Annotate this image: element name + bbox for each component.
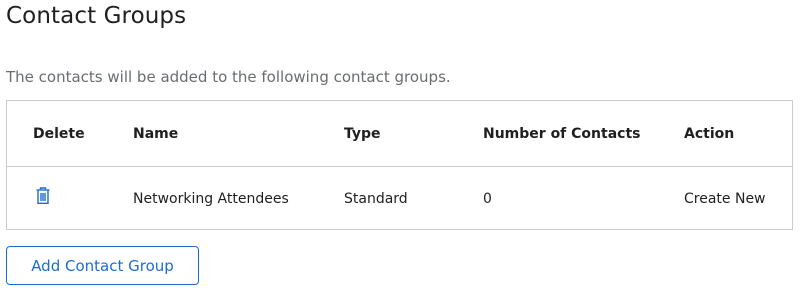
add-contact-group-button[interactable]: Add Contact Group [6, 246, 199, 285]
column-header-delete: Delete [7, 101, 133, 167]
column-header-action: Action [684, 101, 792, 167]
group-type-cell: Standard [344, 191, 408, 207]
page-title: Contact Groups [6, 3, 187, 29]
page-description: The contacts will be added to the follow… [6, 68, 451, 86]
group-name-cell: Networking Attendees [133, 191, 289, 207]
contact-count-cell: 0 [483, 191, 492, 207]
delete-cell [7, 167, 133, 232]
column-header-number-of-contacts: Number of Contacts [483, 101, 684, 167]
column-header-type: Type [344, 101, 483, 167]
trash-icon[interactable] [35, 187, 51, 205]
table-row: Networking Attendees Standard 0 Create N… [7, 167, 792, 232]
table-header-row: Delete Name Type Number of Contacts Acti… [7, 101, 792, 167]
contact-groups-table: Delete Name Type Number of Contacts Acti… [6, 100, 793, 230]
column-header-name: Name [133, 101, 344, 167]
action-cell: Create New [684, 191, 766, 207]
